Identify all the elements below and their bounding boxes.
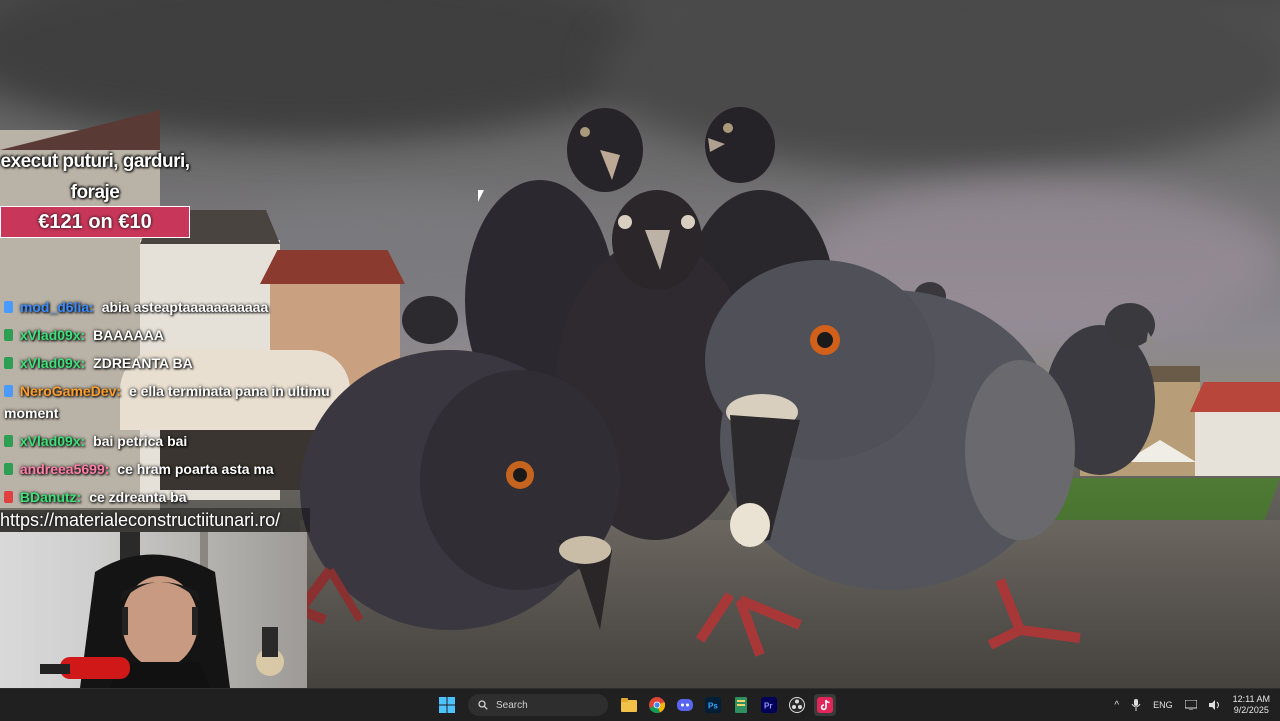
premiere-icon: Pr [761,697,777,713]
document-app-icon [735,697,747,713]
microphone-icon[interactable] [1131,699,1141,711]
clock-date: 9/2/2025 [1233,705,1269,715]
chat-username: xVlad09x: [19,327,86,343]
premiere-button[interactable]: Pr [758,694,780,716]
chat-username: BDanutz: [19,489,82,505]
promo-price-badge: €121 on €10 [0,206,190,238]
chat-message: mod_d6lia: abia asteaptaaaaaaaaaaa [4,296,344,318]
moderator-badge-icon [4,301,13,313]
taskbar-apps: Search Ps Pr [436,689,836,721]
search-icon [478,700,488,710]
network-icon[interactable] [1184,700,1197,710]
sub-badge-icon [4,435,13,447]
chat-message: xVlad09x: BAAAAAA [4,324,344,346]
chat-text: abia asteaptaaaaaaaaaaa [101,299,269,315]
webcam-feed [0,532,307,688]
chevron-up-icon[interactable]: ^ [1114,700,1119,711]
sponsor-url: https://materialeconstructiitunari.ro/ [0,508,310,532]
search-label: Search [496,699,528,711]
chat-username: xVlad09x: [19,355,86,371]
chat-message: NeroGameDev: e ella terminata pana in ul… [4,380,344,424]
mouse-cursor [478,190,484,202]
chat-username: andreea5699: [19,461,110,477]
chat-message: xVlad09x: ZDREANTA BA [4,352,344,374]
stream-chat: mod_d6lia: abia asteaptaaaaaaaaaaa xVlad… [4,296,344,514]
pigeon [402,296,458,344]
obs-icon [789,697,805,713]
chat-text: ce zdreanta ba [89,489,187,505]
pigeons-illustration [300,107,1158,657]
taskbar: Search Ps Pr ^ ENG 12:11 AM 9/2/2025 [0,688,1280,721]
streamer-webcam-image [40,532,284,688]
moderator-badge-icon [4,385,13,397]
photoshop-button[interactable]: Ps [702,694,724,716]
chat-message: andreea5699: ce hram poarta asta ma [4,458,344,480]
windows-icon [439,697,455,713]
chat-username: xVlad09x: [19,433,86,449]
building [1195,410,1280,476]
sub-badge-icon [4,463,13,475]
svg-text:Ps: Ps [708,702,718,711]
sub-badge-icon [4,491,13,503]
chat-text: BAAAAAA [93,327,164,343]
roof [1190,382,1280,412]
discord-icon [677,699,693,711]
svg-text:Pr: Pr [764,702,772,711]
roof [0,110,160,150]
system-tray: ^ ENG 12:11 AM 9/2/2025 [1114,689,1270,721]
chat-text: bai petrica bai [93,433,188,449]
start-button[interactable] [436,694,458,716]
taskbar-search[interactable]: Search [468,694,608,716]
promo-banner: execut puturi, garduri, foraje [0,146,190,208]
app-button[interactable] [730,694,752,716]
chat-username: mod_d6lia: [19,299,94,315]
file-explorer-button[interactable] [618,694,640,716]
taskbar-clock[interactable]: 12:11 AM 9/2/2025 [1233,694,1270,716]
pigeon [695,260,1081,657]
chat-message: BDanutz: ce zdreanta ba [4,486,344,508]
chat-message: xVlad09x: bai petrica bai [4,430,344,452]
chrome-button[interactable] [646,694,668,716]
tiktok-button[interactable] [814,694,836,716]
sub-badge-icon [4,357,13,369]
language-indicator[interactable]: ENG [1153,700,1173,710]
discord-button[interactable] [674,694,696,716]
chrome-icon [649,697,665,713]
promo-line-1: execut puturi, garduri, [0,151,190,172]
promo-line-2: foraje [70,182,120,203]
chat-username: NeroGameDev: [19,383,122,399]
chat-text: ce hram poarta asta ma [117,461,274,477]
chat-text: ZDREANTA BA [93,355,193,371]
sub-badge-icon [4,329,13,341]
pigeon [300,350,620,630]
folder-icon [621,698,637,712]
photoshop-icon: Ps [705,697,721,713]
volume-icon[interactable] [1208,700,1221,710]
tiktok-icon [817,697,833,713]
clock-time: 12:11 AM [1232,694,1270,704]
obs-button[interactable] [786,694,808,716]
